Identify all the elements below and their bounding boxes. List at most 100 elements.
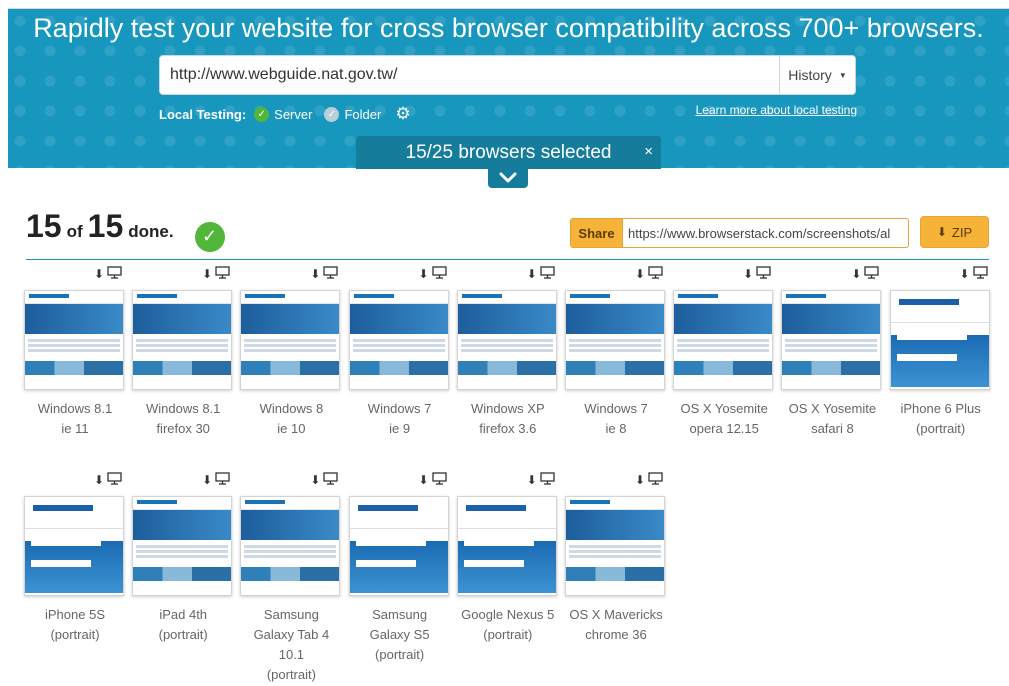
card-actions: ⬇ (310, 472, 339, 488)
browser-label: OS X Mavericks chrome 36 (563, 605, 669, 645)
total-count: 15 (87, 208, 124, 244)
screenshot-thumbnail[interactable] (24, 290, 124, 390)
browser-label-line3: (portrait) (375, 647, 425, 662)
screenshot-thumbnail[interactable] (456, 290, 557, 390)
share-box: Share (570, 218, 909, 248)
card-actions: ⬇ (743, 266, 771, 282)
screenshot-thumbnail[interactable] (132, 496, 233, 596)
card-actions: ⬇ (310, 266, 339, 282)
hero-title: Rapidly test your website for cross brow… (33, 13, 984, 43)
server-option[interactable]: ✓ Server (254, 106, 313, 122)
history-dropdown[interactable]: History ▼ (779, 56, 855, 94)
download-icon[interactable]: ⬇ (202, 473, 212, 487)
browser-label-line4: (portrait) (266, 667, 316, 682)
browser-label-line2: (portrait) (158, 627, 208, 642)
download-icon[interactable]: ⬇ (94, 473, 104, 487)
download-icon[interactable]: ⬇ (960, 267, 970, 281)
screenshot-thumbnail[interactable] (348, 290, 449, 390)
browser-label-line2: firefox 30 (156, 421, 210, 436)
browser-label-line2: safari 8 (811, 421, 854, 436)
download-icon[interactable]: ⬇ (851, 267, 861, 281)
monitor-icon[interactable] (431, 472, 447, 488)
card-actions: ⬇ (635, 472, 663, 488)
learn-more-link[interactable]: Learn more about local testing (696, 103, 857, 117)
monitor-icon[interactable] (215, 266, 230, 282)
browser-label: OS X Yosemite opera 12.15 (671, 399, 777, 439)
screenshot-thumbnail[interactable] (889, 290, 990, 390)
download-icon[interactable]: ⬇ (527, 267, 537, 281)
screenshot-thumbnail[interactable] (781, 290, 882, 390)
browser-label: Google Nexus 5 (portrait) (455, 605, 561, 645)
monitor-icon[interactable] (323, 266, 339, 282)
download-icon[interactable]: ⬇ (202, 267, 212, 281)
browser-label: Windows 8.1 firefox 30 (130, 399, 236, 439)
browser-label-line1: OS X Mavericks (569, 607, 663, 622)
download-icon[interactable]: ⬇ (527, 473, 537, 487)
download-icon[interactable]: ⬇ (635, 473, 645, 487)
monitor-icon[interactable] (107, 472, 122, 488)
browser-label-line1: iPhone 5S (45, 607, 105, 622)
download-icon[interactable]: ⬇ (310, 267, 320, 281)
screenshot-thumbnail[interactable] (456, 496, 557, 596)
monitor-icon[interactable] (756, 266, 771, 282)
monitor-icon[interactable] (431, 266, 447, 282)
download-icon: ⬇ (936, 225, 947, 239)
browser-label-line1: Windows 8.1 (37, 401, 113, 416)
browser-label: Windows 7 ie 8 (563, 399, 669, 439)
close-icon[interactable]: × (644, 143, 653, 160)
download-icon[interactable]: ⬇ (94, 267, 104, 281)
share-url-field[interactable] (623, 219, 908, 247)
chevron-down-icon (499, 172, 517, 183)
monitor-icon[interactable] (215, 472, 230, 488)
card-actions: ⬇ (960, 266, 988, 282)
expand-toggle[interactable] (488, 168, 528, 188)
monitor-icon[interactable] (648, 266, 663, 282)
browser-label: OS X Yosemite safari 8 (779, 399, 885, 439)
browser-label-line2: opera 12.15 (689, 421, 759, 436)
monitor-icon[interactable] (540, 266, 555, 282)
share-button[interactable]: Share (571, 219, 623, 247)
card-actions: ⬇ (202, 266, 230, 282)
download-icon[interactable]: ⬇ (419, 267, 429, 281)
gear-icon[interactable]: ⚙ (395, 104, 410, 124)
screenshot-thumbnail[interactable] (132, 290, 233, 390)
done-count: 15 (26, 208, 62, 244)
browser-label-line2: (portrait) (483, 627, 533, 642)
browser-label: Windows 8.1 ie 11 (22, 399, 128, 439)
browser-label-line1: Windows 7 (367, 401, 432, 416)
browser-label-line2: ie 11 (61, 421, 89, 436)
browser-label-line1: Windows 8 (259, 401, 324, 416)
download-icon[interactable]: ⬇ (635, 267, 645, 281)
folder-option[interactable]: ✓ Folder (324, 106, 381, 122)
browser-label-line3: 10.1 (278, 647, 305, 662)
monitor-icon[interactable] (540, 472, 555, 488)
browser-label-line2: ie 10 (277, 421, 306, 436)
monitor-icon[interactable] (864, 266, 880, 282)
local-testing-row: Local Testing: ✓ Server ✓ Folder ⚙ (159, 104, 411, 124)
monitor-icon[interactable] (648, 472, 663, 488)
monitor-icon[interactable] (972, 266, 988, 282)
screenshot-thumbnail[interactable] (240, 496, 341, 596)
done-status: 15 of 15 done. ✓ (26, 208, 225, 252)
download-icon[interactable]: ⬇ (310, 473, 320, 487)
browser-label-line2: (portrait) (50, 627, 100, 642)
monitor-icon[interactable] (107, 266, 122, 282)
local-testing-label: Local Testing: (159, 106, 247, 122)
screenshot-thumbnail[interactable] (348, 496, 449, 596)
screenshot-thumbnail[interactable] (240, 290, 341, 390)
screenshot-thumbnail[interactable] (673, 290, 774, 390)
browser-label-line2: ie 9 (389, 421, 411, 436)
hero-banner: Rapidly test your website for cross brow… (8, 8, 1009, 169)
download-icon[interactable]: ⬇ (743, 267, 753, 281)
monitor-icon[interactable] (323, 472, 339, 488)
card-actions: ⬇ (419, 266, 447, 282)
browser-label-line1: iPhone 6 Plus (900, 401, 981, 416)
screenshot-thumbnail[interactable] (24, 496, 124, 596)
screenshot-thumbnail[interactable] (565, 290, 665, 390)
server-label: Server (274, 106, 313, 122)
download-icon[interactable]: ⬇ (419, 473, 429, 487)
browsers-selected-tab[interactable]: 15/25 browsers selected × (356, 136, 661, 169)
screenshot-thumbnail[interactable] (565, 496, 665, 596)
url-input[interactable] (160, 56, 780, 94)
zip-download-button[interactable]: ⬇ ZIP (920, 216, 989, 248)
